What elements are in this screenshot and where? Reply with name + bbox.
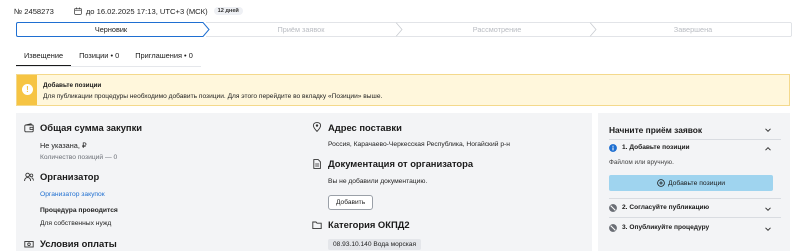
sidebar-divider: [609, 217, 781, 218]
okpd-title: Категория ОКПД2: [328, 219, 410, 230]
calendar-icon: [74, 7, 82, 15]
tab-invitations[interactable]: Приглашения • 0: [127, 44, 201, 66]
step-completed: Завершена: [673, 25, 713, 34]
location-pin-icon: [312, 122, 322, 132]
main-panel: Общая сумма закупки Не указана, ₽ Количе…: [16, 113, 592, 251]
start-accepting-panel: Начните приём заявок 1. Добавьте позиции…: [598, 113, 790, 251]
alert-bar: !: [17, 75, 37, 105]
add-document-button[interactable]: Добавить: [328, 195, 374, 210]
plus-circle-icon: [657, 179, 665, 187]
procedure-number: № 2458273: [14, 6, 54, 16]
chevron-down-icon[interactable]: [764, 205, 772, 213]
organizer-title: Организатор: [40, 171, 100, 182]
alert-title: Добавьте позиции: [43, 82, 102, 89]
tab-notice[interactable]: Извещение: [16, 44, 72, 66]
chevron-up-icon[interactable]: [764, 145, 772, 153]
money-icon: [24, 241, 34, 248]
status-stepper: Черновик Приём заявок Рассмотрение Завер…: [16, 22, 792, 37]
blocked-icon: [609, 224, 617, 232]
deadline-text: до 16.02.2025 17:13, UTC+3 (МСК): [85, 6, 208, 16]
positions-count: Количество позиций — 0: [40, 154, 118, 161]
add-positions-alert: ! Добавьте позиции Для публикации процед…: [16, 74, 790, 106]
conducted-label: Процедура проводится: [40, 207, 118, 214]
sidebar-divider: [609, 198, 781, 199]
warning-icon: !: [22, 84, 33, 95]
chevron-down-icon[interactable]: [764, 126, 772, 134]
days-left-badge: 12 дней: [213, 7, 243, 15]
total-value: Не указана, ₽: [40, 141, 87, 150]
sidebar-title: Начните приём заявок: [609, 125, 703, 135]
alert-text: Для публикации процедуры необходимо доба…: [43, 93, 383, 100]
procedure-header: № 2458273 до 16.02.2025 17:13, UTC+3 (МС…: [14, 4, 243, 18]
chevron-down-icon[interactable]: [764, 225, 772, 233]
add-positions-button-label: Добавьте позиции: [667, 179, 726, 187]
tabs: Извещение Позиции • 0 Приглашения • 0: [16, 44, 201, 66]
info-icon: [609, 144, 617, 152]
okpd-chip: 08.93.10.140 Вода морская: [328, 239, 422, 250]
total-title: Общая сумма закупки: [40, 122, 143, 133]
sidebar-step-2-label[interactable]: 2. Согласуйте публикацию: [622, 204, 709, 211]
add-positions-button[interactable]: Добавьте позиции: [609, 175, 773, 191]
blocked-icon: [609, 204, 617, 212]
conducted-value: Для собственных нужд: [40, 220, 112, 227]
payment-title: Условия оплаты: [40, 238, 117, 249]
sidebar-step-3-label[interactable]: 3. Опубликуйте процедуру: [622, 224, 709, 231]
docs-empty-text: Вы не добавили документацию.: [328, 178, 428, 185]
document-icon: [313, 159, 321, 169]
step-review: Рассмотрение: [472, 25, 522, 34]
tab-positions[interactable]: Позиции • 0: [71, 44, 127, 66]
docs-title: Документация от организатора: [328, 158, 474, 169]
address-title: Адрес поставки: [328, 122, 402, 133]
wallet-icon: [24, 123, 34, 133]
folder-icon: [312, 221, 322, 230]
address-value: Россия, Карачаево-Черкесская Республика,…: [328, 141, 510, 148]
step-draft: Черновик: [94, 25, 128, 34]
sidebar-step-1-label[interactable]: 1. Добавьте позиции: [622, 144, 690, 151]
organizer-link[interactable]: Организатор закупок: [40, 191, 105, 198]
sidebar-step-1-sub: Файлом или вручную.: [609, 159, 674, 166]
people-icon: [24, 172, 34, 182]
tabs-divider: [16, 66, 201, 67]
step-accepting: Приём заявок: [277, 25, 325, 34]
sidebar-divider: [609, 139, 781, 140]
